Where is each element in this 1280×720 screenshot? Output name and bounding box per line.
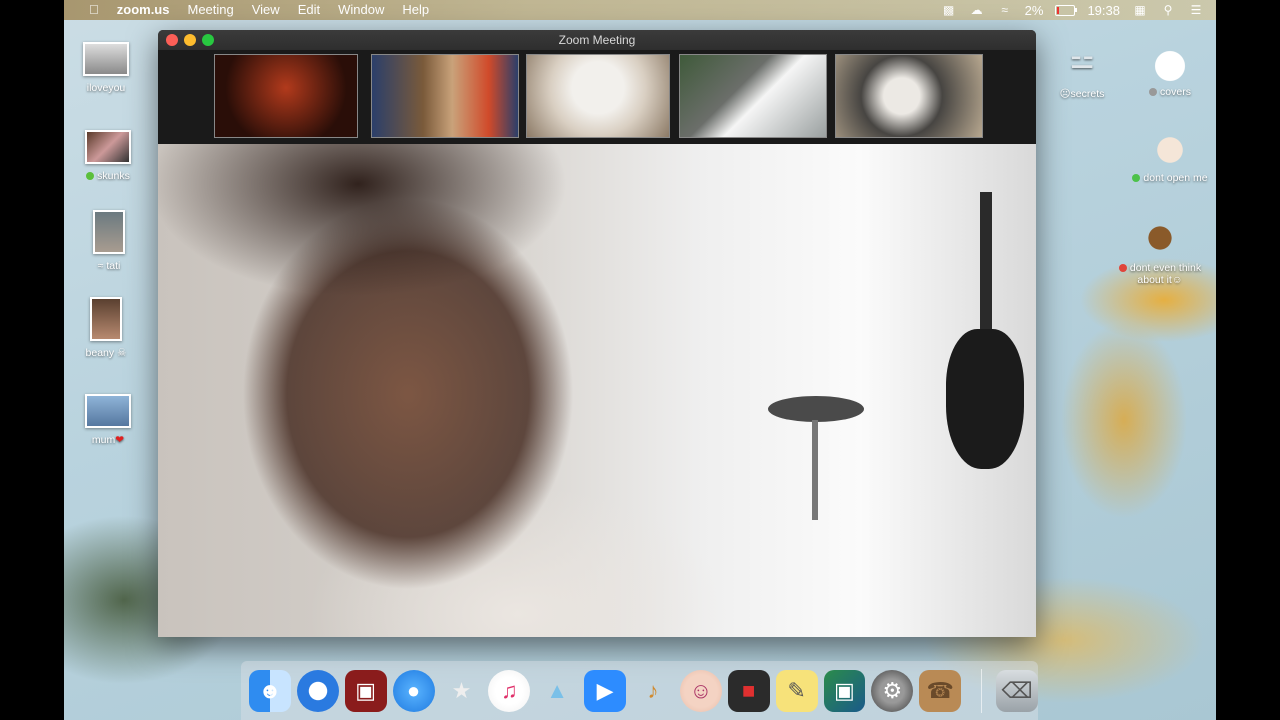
participant-tile[interactable] <box>679 54 827 138</box>
seal-app-icon[interactable]: ▲ <box>536 670 578 712</box>
safari-icon[interactable] <box>296 669 339 712</box>
stickies-icon[interactable]: ✎ <box>775 669 818 712</box>
desktop-icon-label: covers <box>1160 86 1191 98</box>
desktop-icon-covers[interactable]: covers <box>1132 42 1208 98</box>
desktop-icon-label: dont open me <box>1143 172 1208 184</box>
window-titlebar[interactable]: Zoom Meeting <box>158 30 1036 50</box>
participant-tile[interactable] <box>526 54 670 138</box>
menu-edit[interactable]: Edit <box>289 0 329 20</box>
menu-bar:  zoom.us Meeting View Edit Window Help … <box>64 0 1216 20</box>
video-detail-stool <box>768 396 864 422</box>
bunny-bow-icon <box>1148 128 1192 168</box>
menu-help[interactable]: Help <box>393 0 438 20</box>
video-detail-stool-leg <box>812 420 818 520</box>
garageband-icon[interactable]: ♪ <box>632 670 674 712</box>
zoom-meeting-window[interactable]: Zoom Meeting <box>158 30 1036 637</box>
wifi-icon[interactable]: ≈ <box>997 3 1013 17</box>
video-detail-guitar-neck <box>980 192 992 342</box>
wave-emoji-icon: ≈ <box>97 260 104 272</box>
photo-booth-icon[interactable]: ▣ <box>344 669 387 712</box>
clock[interactable]: 19:38 <box>1087 3 1120 18</box>
face-app-icon[interactable]: ☺ <box>679 669 722 712</box>
desktop-icon-label: secrets <box>1070 88 1105 100</box>
menu-view[interactable]: View <box>243 0 289 20</box>
green-tag-icon <box>86 172 95 181</box>
participant-tile[interactable] <box>214 54 358 138</box>
zoom-window-button[interactable] <box>202 34 214 46</box>
preview-icon[interactable]: ▣ <box>823 669 866 712</box>
thinking-emoji-icon: ☺ <box>1171 274 1183 286</box>
calendar-icon[interactable]: ▦ <box>1132 3 1148 17</box>
desktop-icon-dont-open-me[interactable]: dont open me <box>1132 128 1208 184</box>
desktop-icon-label: tati <box>106 260 121 272</box>
heart-emoji-icon: ❤ <box>115 434 125 446</box>
trash-icon[interactable]: ⌫ <box>996 669 1038 712</box>
desktop-icon-tati[interactable]: ≈ tati <box>71 210 147 272</box>
desktop-icon-iloveyou[interactable]: iloveyou <box>68 42 144 94</box>
green-tag-icon <box>1132 174 1141 183</box>
zoom-app-icon[interactable]: ▶ <box>584 669 626 712</box>
image-thumbnail <box>85 394 131 428</box>
active-speaker-video[interactable] <box>158 144 1036 637</box>
skull-emoji-icon: ☠ <box>117 347 127 359</box>
lion-icon <box>1138 218 1182 258</box>
desktop-icon-dont-even-think[interactable]: dont even think about it☺ <box>1116 218 1204 286</box>
image-thumbnail <box>83 42 129 76</box>
desktop:  zoom.us Meeting View Edit Window Help … <box>64 0 1216 720</box>
desktop-icon-label: dont even think about it <box>1129 262 1202 286</box>
contacts-icon[interactable]: ☎ <box>919 669 962 712</box>
desktop-icon-label: mum <box>91 434 116 446</box>
menu-window[interactable]: Window <box>329 0 393 20</box>
battery-percent[interactable]: 2% <box>1025 3 1044 18</box>
desktop-icon-mum[interactable]: mum❤ <box>70 394 146 446</box>
zoom-status-icon[interactable]: ▩ <box>941 3 957 17</box>
bunny-icon <box>1148 42 1192 82</box>
launchpad-icon[interactable]: ★ <box>441 670 483 712</box>
messages-icon[interactable]: ● <box>392 669 435 712</box>
spotlight-search-icon[interactable]: ⚲ <box>1160 3 1176 17</box>
desktop-icon-secrets[interactable]: ⚍ ☹secrets <box>1044 43 1120 101</box>
system-preferences-icon[interactable]: ⚙ <box>871 669 914 712</box>
video-detail-hair <box>158 144 618 394</box>
desktop-icon-skunks[interactable]: skunks <box>70 130 146 182</box>
participant-tile[interactable] <box>371 54 519 138</box>
desktop-icon-label: skunks <box>97 170 130 182</box>
close-button[interactable] <box>166 34 178 46</box>
video-detail-guitar <box>946 329 1024 469</box>
participant-tile[interactable] <box>835 54 983 138</box>
image-thumbnail <box>90 297 122 341</box>
red-tag-icon <box>1118 264 1127 273</box>
creative-cloud-icon[interactable]: ☁ <box>969 3 985 17</box>
image-thumbnail <box>85 130 131 164</box>
app-menu[interactable]: zoom.us <box>108 0 179 20</box>
desktop-icon-label: beany <box>85 347 115 359</box>
gray-tag-icon <box>1149 88 1158 97</box>
itunes-icon[interactable]: ♫ <box>488 669 531 712</box>
minimize-button[interactable] <box>184 34 196 46</box>
apple-menu-icon[interactable]:  <box>80 0 108 20</box>
desktop-icon-beany[interactable]: beany ☠ <box>68 297 144 359</box>
image-thumbnail <box>93 210 125 254</box>
photo-booth-red-icon[interactable]: ■ <box>727 669 770 712</box>
notification-center-icon[interactable]: ☰ <box>1188 3 1204 17</box>
menu-meeting[interactable]: Meeting <box>178 0 242 20</box>
participant-strip <box>158 50 1036 144</box>
battery-icon[interactable] <box>1055 4 1078 16</box>
desktop-icon-label: iloveyou <box>86 82 126 94</box>
window-title: Zoom Meeting <box>558 33 636 47</box>
key-icon: ⚍ <box>1069 43 1095 74</box>
face-emoji-icon: ☹ <box>1059 88 1071 100</box>
dock-separator <box>981 668 983 713</box>
dock: ☻ ▣ ● ★ ♫ ▲ ▶ ♪ ☺ ■ ✎ ▣ ⚙ ☎ ⌫ <box>241 661 1038 720</box>
finder-icon[interactable]: ☻ <box>249 669 291 712</box>
